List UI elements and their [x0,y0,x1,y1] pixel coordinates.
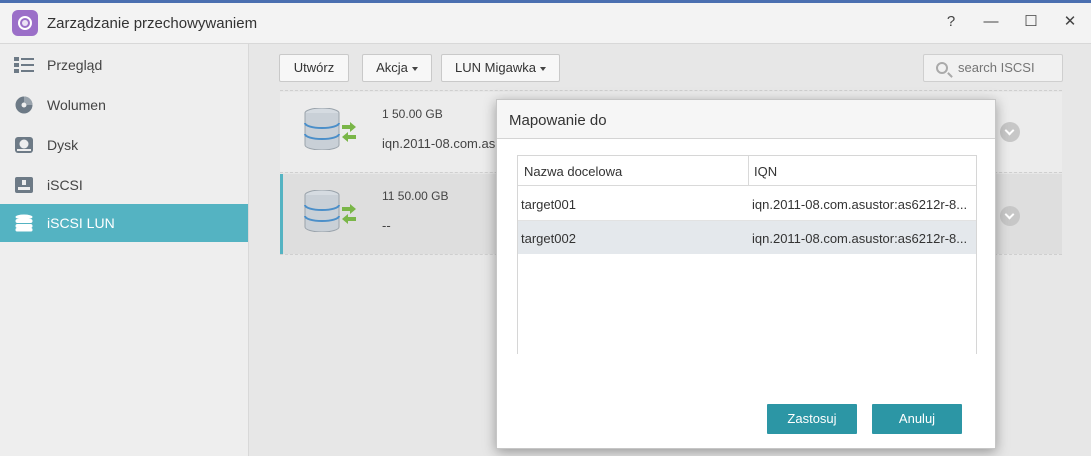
create-button-label: Utwórz [293,60,335,75]
lun-database-icon [304,108,356,150]
divider [280,90,1062,91]
iscsi-icon [15,177,33,193]
table-header: Nazwa docelowa IQN [518,156,976,186]
caret-down-icon [539,66,546,71]
help-button[interactable]: ? [936,9,966,35]
search-box[interactable] [923,54,1063,82]
target-name-cell: target002 [521,231,576,246]
create-button[interactable]: Utwórz [279,54,349,82]
cancel-button[interactable]: Anuluj [872,404,962,434]
targets-table: Nazwa docelowa IQN target001 iqn.2011-08… [517,155,977,354]
overview-list-icon [14,57,34,73]
table-row[interactable]: target002 iqn.2011-08.com.asustor:as6212… [518,221,976,254]
iqn-cell: iqn.2011-08.com.asustor:as6212r-8... [752,197,968,212]
dialog-header: Mapowanie do [497,100,995,139]
sidebar-item-overview[interactable]: Przegląd [0,46,248,84]
search-input[interactable] [958,60,1058,75]
minimize-button[interactable]: — [976,9,1006,35]
mapping-dialog: Mapowanie do Nazwa docelowa IQN target00… [496,99,996,449]
sidebar-item-iscsi-lun[interactable]: iSCSI LUN [0,204,248,242]
sidebar: Przegląd Wolumen Dysk iSCSI iSCSI LUN [0,44,249,456]
action-dropdown-label: Akcja [376,60,408,75]
disk-icon [15,137,33,153]
sidebar-item-label: iSCSI [47,177,83,193]
table-row[interactable]: target001 iqn.2011-08.com.asustor:as6212… [518,187,976,220]
lun-snapshot-dropdown-label: LUN Migawka [455,60,536,75]
sidebar-item-disk[interactable]: Dysk [0,126,248,164]
iqn-cell: iqn.2011-08.com.asustor:as6212r-8... [752,231,968,246]
dialog-title: Mapowanie do [509,112,607,129]
maximize-button[interactable]: ☐ [1016,9,1046,35]
lun-database-icon [304,190,356,232]
title-bar: Zarządzanie przechowywaniem ? — ☐ ✕ [0,3,1091,44]
caret-down-icon [411,66,418,71]
lun-snapshot-dropdown[interactable]: LUN Migawka [441,54,560,82]
storage-manager-app-icon [12,10,38,36]
column-divider [748,156,749,186]
sidebar-item-label: Dysk [47,137,79,153]
column-header-iqn[interactable]: IQN [754,164,777,179]
action-dropdown[interactable]: Akcja [362,54,432,82]
lun-target: iqn.2011-08.com.asu [382,136,503,151]
column-header-target-name[interactable]: Nazwa docelowa [524,164,622,179]
lun-target: -- [382,218,391,233]
window-title: Zarządzanie przechowywaniem [47,15,258,32]
sidebar-item-label: iSCSI LUN [47,215,115,231]
sidebar-item-volume[interactable]: Wolumen [0,86,248,124]
volume-disc-icon [15,96,33,114]
sidebar-item-label: Przegląd [47,57,103,73]
sidebar-item-label: Wolumen [47,97,106,113]
database-icon [15,214,33,232]
chevron-down-icon[interactable] [1000,206,1020,226]
chevron-down-icon[interactable] [1000,122,1020,142]
search-icon [936,62,948,74]
target-name-cell: target001 [521,197,576,212]
apply-button[interactable]: Zastosuj [767,404,857,434]
close-button[interactable]: ✕ [1055,9,1085,35]
sidebar-item-iscsi[interactable]: iSCSI [0,166,248,204]
lun-size: 1 50.00 GB [382,107,443,121]
lun-size: 11 50.00 GB [382,189,449,203]
